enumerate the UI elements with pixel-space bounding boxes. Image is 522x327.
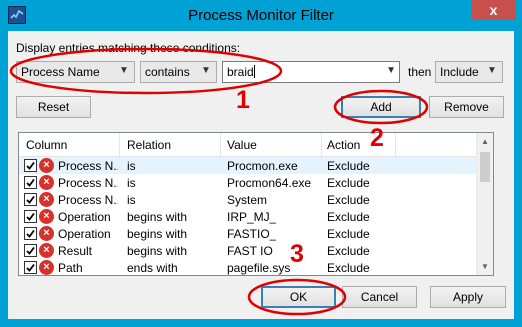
enable-checkbox[interactable] bbox=[24, 261, 37, 274]
scrollbar-thumb[interactable] bbox=[480, 152, 490, 182]
chevron-down-icon: ▼ bbox=[201, 65, 211, 76]
cell-column: Operation bbox=[58, 210, 111, 224]
enable-checkbox[interactable] bbox=[24, 210, 37, 223]
cell-action: Exclude bbox=[327, 193, 370, 207]
table-row[interactable]: × Operation begins with IRP_MJ_ Exclude bbox=[19, 208, 485, 225]
cell-action: Exclude bbox=[327, 176, 370, 190]
table-row[interactable]: × Process N... is System Exclude bbox=[19, 191, 485, 208]
cell-action: Exclude bbox=[327, 210, 370, 224]
annotation-step-3: 3 bbox=[290, 240, 304, 268]
cell-column: Process N... bbox=[58, 176, 118, 190]
process-monitor-filter-window: Process Monitor Filter x Display entries… bbox=[0, 0, 522, 327]
remove-button[interactable]: Remove bbox=[429, 96, 504, 118]
filter-rules-list[interactable]: Column Relation Value Action × Process N… bbox=[18, 132, 494, 276]
scroll-up-icon[interactable]: ▲ bbox=[477, 133, 493, 150]
list-header: Column Relation Value Action bbox=[19, 133, 485, 157]
text-caret bbox=[253, 65, 255, 78]
conditions-label: Display entries matching these condition… bbox=[16, 41, 241, 55]
exclude-icon: × bbox=[39, 158, 54, 173]
cell-action: Exclude bbox=[327, 227, 370, 241]
close-button[interactable]: x bbox=[471, 0, 516, 20]
vertical-scrollbar[interactable]: ▲ ▼ bbox=[476, 133, 493, 275]
annotation-step-1: 1 bbox=[236, 86, 250, 114]
enable-checkbox[interactable] bbox=[24, 227, 37, 240]
cell-action: Exclude bbox=[327, 244, 370, 258]
cancel-button[interactable]: Cancel bbox=[342, 286, 417, 308]
value-input-text: braid bbox=[227, 65, 255, 79]
header-relation[interactable]: Relation bbox=[127, 138, 171, 152]
cell-value: FAST IO bbox=[227, 244, 273, 258]
enable-checkbox[interactable] bbox=[24, 159, 37, 172]
cell-value: Procmon.exe bbox=[227, 159, 298, 173]
add-button[interactable]: Add bbox=[341, 96, 421, 118]
dialog-body: Display entries matching these condition… bbox=[8, 31, 514, 319]
cell-column: Operation bbox=[58, 227, 111, 241]
reset-button[interactable]: Reset bbox=[16, 96, 91, 118]
value-input[interactable]: braid ▼ bbox=[222, 61, 400, 83]
cell-action: Exclude bbox=[327, 159, 370, 173]
cell-column: Process N... bbox=[58, 193, 118, 207]
table-row[interactable]: × Process N... is Procmon.exe Exclude bbox=[19, 157, 485, 174]
enable-checkbox[interactable] bbox=[24, 244, 37, 257]
header-action[interactable]: Action bbox=[327, 138, 360, 152]
cell-column: Process N... bbox=[58, 159, 118, 173]
cell-value: Procmon64.exe bbox=[227, 176, 312, 190]
cell-value: pagefile.sys bbox=[227, 261, 291, 275]
cell-value: IRP_MJ_ bbox=[227, 210, 277, 224]
chevron-down-icon: ▼ bbox=[487, 65, 497, 76]
cell-value: FASTIO_ bbox=[227, 227, 277, 241]
cell-relation: begins with bbox=[127, 210, 188, 224]
table-row[interactable]: × Operation begins with FASTIO_ Exclude bbox=[19, 225, 485, 242]
exclude-icon: × bbox=[39, 209, 54, 224]
table-row[interactable]: × Process N... is Procmon64.exe Exclude bbox=[19, 174, 485, 191]
header-value[interactable]: Value bbox=[227, 138, 257, 152]
cell-relation: is bbox=[127, 193, 136, 207]
exclude-icon: × bbox=[39, 226, 54, 241]
cell-relation: begins with bbox=[127, 227, 188, 241]
cell-relation: is bbox=[127, 159, 136, 173]
chevron-down-icon: ▼ bbox=[386, 65, 396, 76]
header-column[interactable]: Column bbox=[26, 138, 67, 152]
exclude-icon: × bbox=[39, 192, 54, 207]
cell-relation: begins with bbox=[127, 244, 188, 258]
action-dropdown-value: Include bbox=[440, 65, 479, 79]
ok-button[interactable]: OK bbox=[261, 286, 336, 308]
cell-column: Path bbox=[58, 261, 83, 275]
scroll-down-icon[interactable]: ▼ bbox=[477, 258, 493, 275]
table-row[interactable]: × Path ends with pagefile.sys Exclude bbox=[19, 259, 485, 275]
action-dropdown[interactable]: Include ▼ bbox=[435, 61, 503, 83]
apply-button[interactable]: Apply bbox=[430, 286, 506, 308]
relation-dropdown-value: contains bbox=[145, 65, 190, 79]
exclude-icon: × bbox=[39, 260, 54, 275]
cell-relation: ends with bbox=[127, 261, 178, 275]
then-label: then bbox=[408, 65, 432, 79]
cell-action: Exclude bbox=[327, 261, 370, 275]
enable-checkbox[interactable] bbox=[24, 193, 37, 206]
title-bar: Process Monitor Filter x bbox=[0, 0, 522, 30]
relation-dropdown[interactable]: contains ▼ bbox=[140, 61, 217, 83]
table-row[interactable]: × Result begins with FAST IO Exclude bbox=[19, 242, 485, 259]
window-title: Process Monitor Filter bbox=[188, 7, 334, 24]
annotation-step-2: 2 bbox=[370, 124, 384, 152]
exclude-icon: × bbox=[39, 175, 54, 190]
cell-relation: is bbox=[127, 176, 136, 190]
cell-value: System bbox=[227, 193, 268, 207]
enable-checkbox[interactable] bbox=[24, 176, 37, 189]
exclude-icon: × bbox=[39, 243, 54, 258]
chevron-down-icon: ▼ bbox=[119, 65, 129, 76]
column-dropdown[interactable]: Process Name ▼ bbox=[16, 61, 135, 83]
column-dropdown-value: Process Name bbox=[21, 65, 100, 79]
cell-column: Result bbox=[58, 244, 93, 258]
